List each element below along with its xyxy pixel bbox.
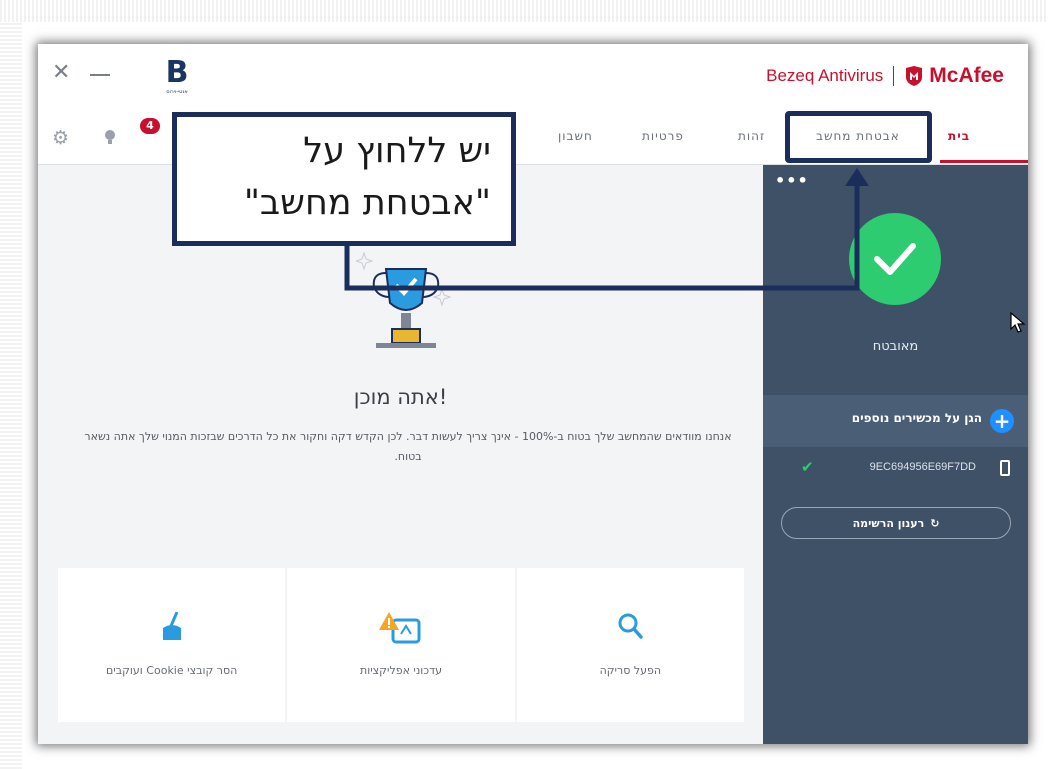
app-update-warning-icon xyxy=(287,612,514,644)
logo-letter: B xyxy=(165,55,189,90)
protection-status: מאובטח xyxy=(872,339,919,354)
notification-badge[interactable]: 4 xyxy=(140,118,160,134)
status-sidebar: ••• מאובטח הגן על מכשירים נוספים + ✔ 9EC… xyxy=(763,165,1028,744)
gear-icon[interactable]: ⚙ xyxy=(52,127,69,149)
pc-security-tab-highlight xyxy=(785,111,932,163)
bezeq-logo: B אנטי-וירוס xyxy=(160,58,194,102)
mcafee-logo: McAfee xyxy=(904,64,1004,88)
card-label: עדכוני אפליקציות xyxy=(359,664,442,677)
protected-check-icon xyxy=(849,213,941,305)
tab-identity[interactable]: זהות xyxy=(738,108,765,164)
active-tab-indicator xyxy=(940,160,1028,163)
lightbulb-icon[interactable] xyxy=(104,129,116,145)
brand-bezeq: Bezeq Antivirus xyxy=(766,66,884,85)
instruction-callout: יש ללחוץ על "אבטחת מחשב" xyxy=(172,112,516,246)
title-bar: ✕ B אנטי-וירוס Bezeq Antivirus McAfee xyxy=(38,44,1028,108)
protect-more-devices-row[interactable]: הגן על מכשירים נוספים + xyxy=(763,395,1028,447)
screenshot-border-top xyxy=(0,0,1048,22)
run-scan-card[interactable]: הפעל סריקה xyxy=(516,568,744,722)
callout-line-1: יש ללחוץ על xyxy=(303,131,491,171)
mcafee-text: McAfee xyxy=(929,64,1004,87)
app-updates-card[interactable]: עדכוני אפליקציות xyxy=(287,568,515,722)
card-label: הסר קובצי Cookie ועוקבים xyxy=(105,664,238,677)
protect-more-devices-label: הגן על מכשירים נוספים xyxy=(851,411,982,425)
callout-line-2: "אבטחת מחשב" xyxy=(243,183,491,223)
tab-account[interactable]: חשבון xyxy=(558,108,593,164)
device-row: ✔ 9EC694956E69F7DD xyxy=(763,449,1028,489)
refresh-list-button[interactable]: ↻ רענון הרשימה xyxy=(781,507,1011,539)
plus-icon[interactable]: + xyxy=(990,409,1014,433)
refresh-icon: ↻ xyxy=(930,516,940,530)
trophy-icon xyxy=(356,251,452,348)
ready-title: אתה מוכן! xyxy=(353,385,448,409)
mcafee-shield-icon xyxy=(906,66,923,86)
screenshot-border-left xyxy=(0,22,22,769)
remove-cookies-card[interactable]: הסר קובצי Cookie ועוקבים xyxy=(58,568,286,722)
device-id: 9EC694956E69F7DD xyxy=(869,461,976,473)
broom-icon xyxy=(58,612,285,644)
ready-description: אנחנו מוודאים שהמחשב שלך בטוח ב-100% - א… xyxy=(84,430,732,463)
feature-cards: הסר קובצי Cookie ועוקבים עדכוני אפליקציו… xyxy=(58,568,744,722)
tab-privacy[interactable]: פרטיות xyxy=(642,108,684,164)
brand-divider xyxy=(893,66,895,86)
more-options-icon[interactable]: ••• xyxy=(775,171,809,190)
device-check-icon: ✔ xyxy=(801,458,814,476)
refresh-list-label: רענון הרשימה xyxy=(852,516,925,530)
mouse-cursor-icon xyxy=(1010,312,1026,333)
close-button[interactable]: ✕ xyxy=(52,62,70,84)
minimize-button[interactable] xyxy=(90,74,110,76)
card-label: הפעל סריקה xyxy=(599,664,662,677)
tab-home[interactable]: בית xyxy=(948,108,970,164)
brand-header: Bezeq Antivirus McAfee xyxy=(766,64,1004,88)
main-panel: אתה מוכן! אנחנו מוודאים שהמחשב שלך בטוח … xyxy=(38,165,763,744)
phone-icon xyxy=(1000,460,1010,476)
search-icon xyxy=(517,612,744,644)
